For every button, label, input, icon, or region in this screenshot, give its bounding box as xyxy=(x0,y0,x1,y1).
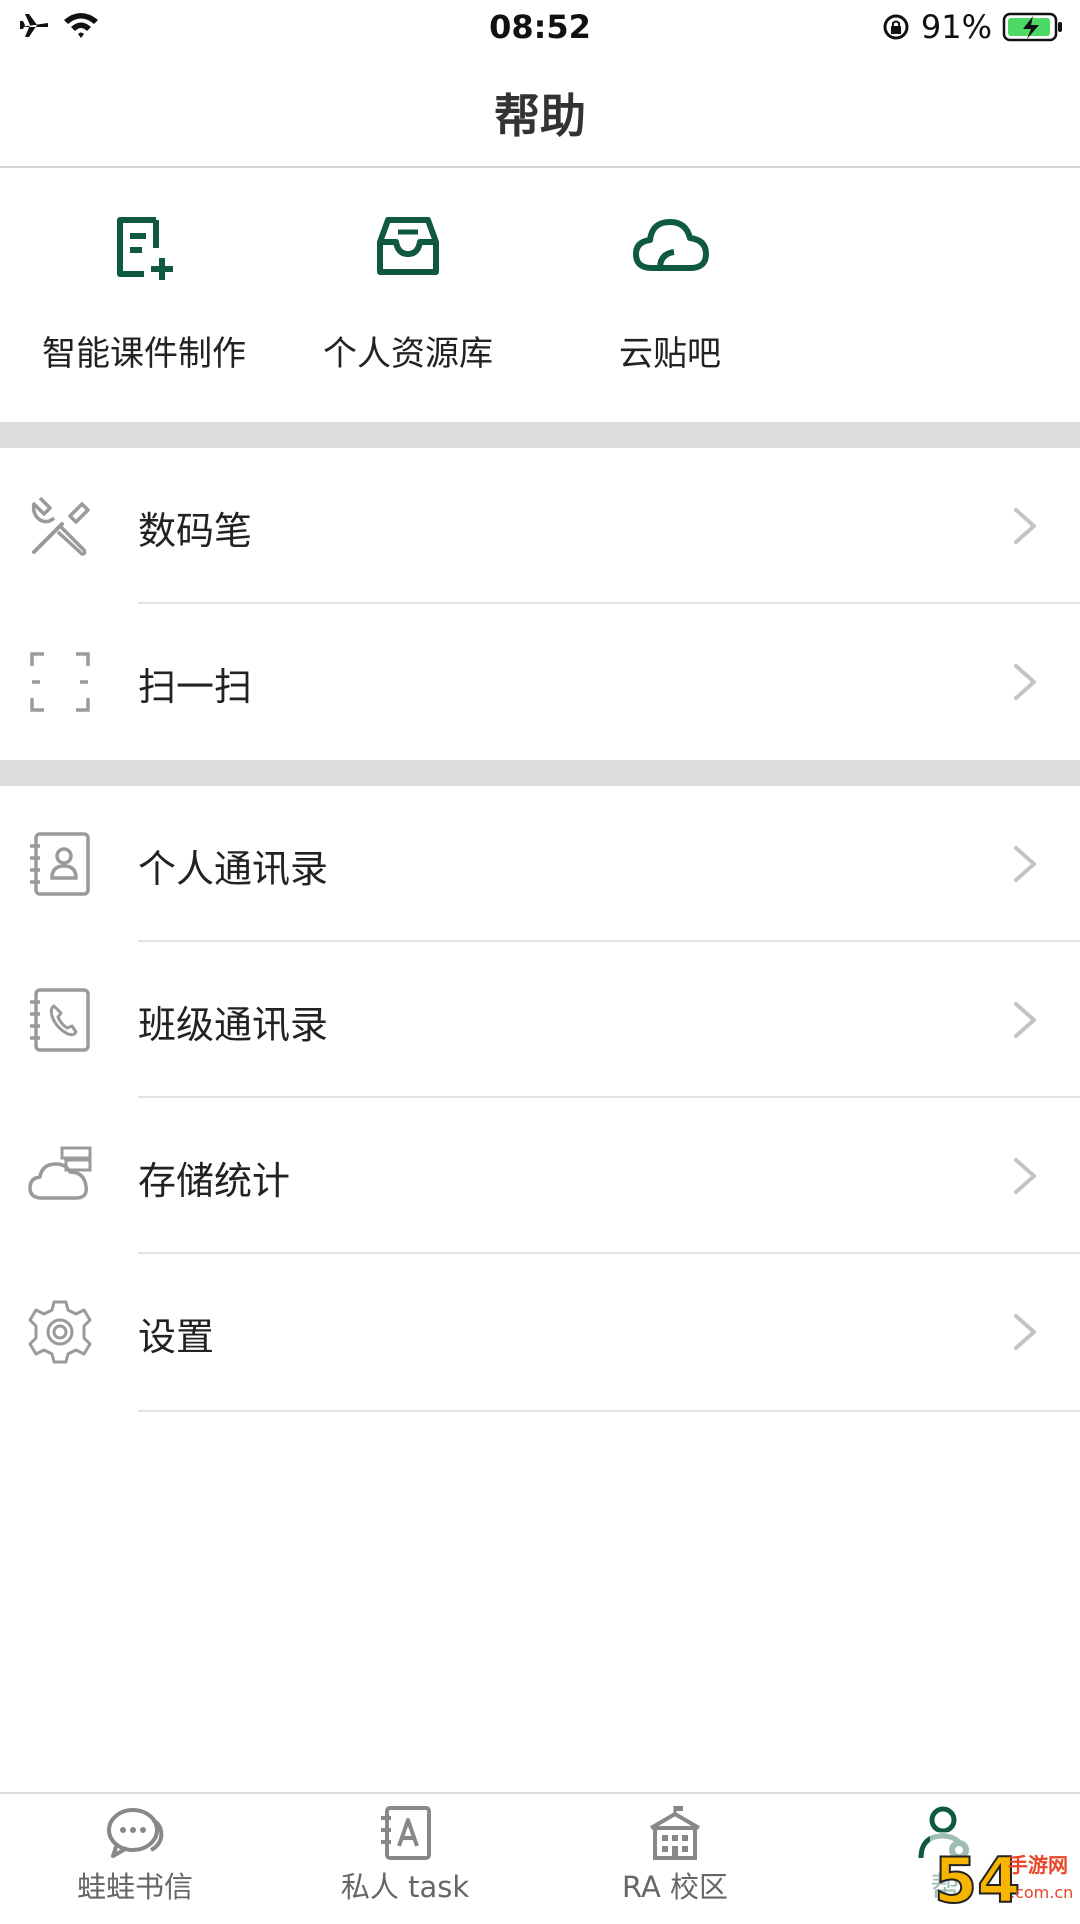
tab-label: RA 校区 xyxy=(621,1870,729,1904)
school-building-icon xyxy=(649,1806,701,1860)
list-item-settings[interactable]: 设置 xyxy=(0,1254,1080,1410)
list-item-class-contacts[interactable]: 班级通讯录 xyxy=(0,942,1080,1098)
row-divider xyxy=(138,1410,1080,1412)
list-item-label: 数码笔 xyxy=(138,509,253,553)
list-item-label: 设置 xyxy=(138,1315,215,1359)
section-separator xyxy=(0,422,1080,448)
battery-percent: 91% xyxy=(920,8,992,46)
chevron-right-icon xyxy=(1014,846,1036,882)
tab-ra-campus[interactable]: RA 校区 xyxy=(540,1804,810,1906)
list-item-label: 班级通讯录 xyxy=(138,1003,329,1047)
list-item-personal-contacts[interactable]: 个人通讯录 xyxy=(0,786,1080,942)
list-item-digital-pen[interactable]: 数码笔 xyxy=(0,448,1080,604)
chevron-right-icon xyxy=(1014,1002,1036,1038)
list-item-label: 扫一扫 xyxy=(138,665,253,709)
chat-bubble-icon xyxy=(107,1808,164,1858)
site-watermark-logo: 54 手游网 .com.cn xyxy=(930,1824,1080,1920)
quick-action-courseware[interactable]: 智能课件制作 xyxy=(14,206,274,375)
inbox-icon xyxy=(377,217,439,275)
nav-bar: 帮助 xyxy=(0,56,1080,168)
tools-icon xyxy=(31,496,90,556)
watermark-site: 手游网 xyxy=(1008,1853,1068,1877)
quick-action-label: 智能课件制作 xyxy=(42,334,246,374)
document-add-icon xyxy=(117,217,173,280)
contact-book-icon xyxy=(30,832,90,896)
list-item-label: 个人通讯录 xyxy=(138,847,329,891)
quick-action-cloud-forum[interactable]: 云贴吧 xyxy=(540,206,800,375)
chevron-right-icon xyxy=(1014,664,1036,700)
tab-label: 私人 task xyxy=(340,1870,470,1904)
phone-book-icon xyxy=(30,988,90,1052)
section-separator xyxy=(0,760,1080,786)
list-item-scan[interactable]: 扫一扫 xyxy=(0,604,1080,760)
battery-charging-icon xyxy=(1002,12,1062,42)
quick-action-resources[interactable]: 个人资源库 xyxy=(278,206,538,375)
watermark-domain: .com.cn xyxy=(1010,1883,1073,1902)
gear-icon xyxy=(28,1300,92,1364)
chevron-right-icon xyxy=(1014,1314,1036,1350)
tab-bar: 蛙蛙书信 私人 task RA 校区 xyxy=(0,1792,1080,1922)
status-right: 91% xyxy=(881,8,1064,46)
quick-actions: 智能课件制作 个人资源库 云贴吧 xyxy=(0,168,1080,422)
tab-label: 蛙蛙书信 xyxy=(76,1870,193,1904)
chevron-right-icon xyxy=(1014,1158,1036,1194)
quick-action-label: 云贴吧 xyxy=(619,334,721,374)
page-title: 帮助 xyxy=(494,89,586,143)
notebook-icon xyxy=(381,1806,431,1860)
cloud-storage-icon xyxy=(28,1146,92,1200)
watermark-icon: 54 手游网 .com.cn xyxy=(930,1832,1080,1920)
scan-icon xyxy=(30,652,90,712)
chevron-right-icon xyxy=(1014,508,1036,544)
cloud-icon xyxy=(633,219,709,271)
list-item-label: 存储统计 xyxy=(138,1159,291,1203)
tab-letters[interactable]: 蛙蛙书信 xyxy=(0,1804,270,1906)
status-bar: 08:52 91% xyxy=(0,0,1080,56)
quick-action-label: 个人资源库 xyxy=(323,334,493,374)
list-item-storage-stats[interactable]: 存储统计 xyxy=(0,1098,1080,1254)
tab-private-task[interactable]: 私人 task xyxy=(270,1804,540,1906)
rotation-lock-icon xyxy=(883,14,909,40)
